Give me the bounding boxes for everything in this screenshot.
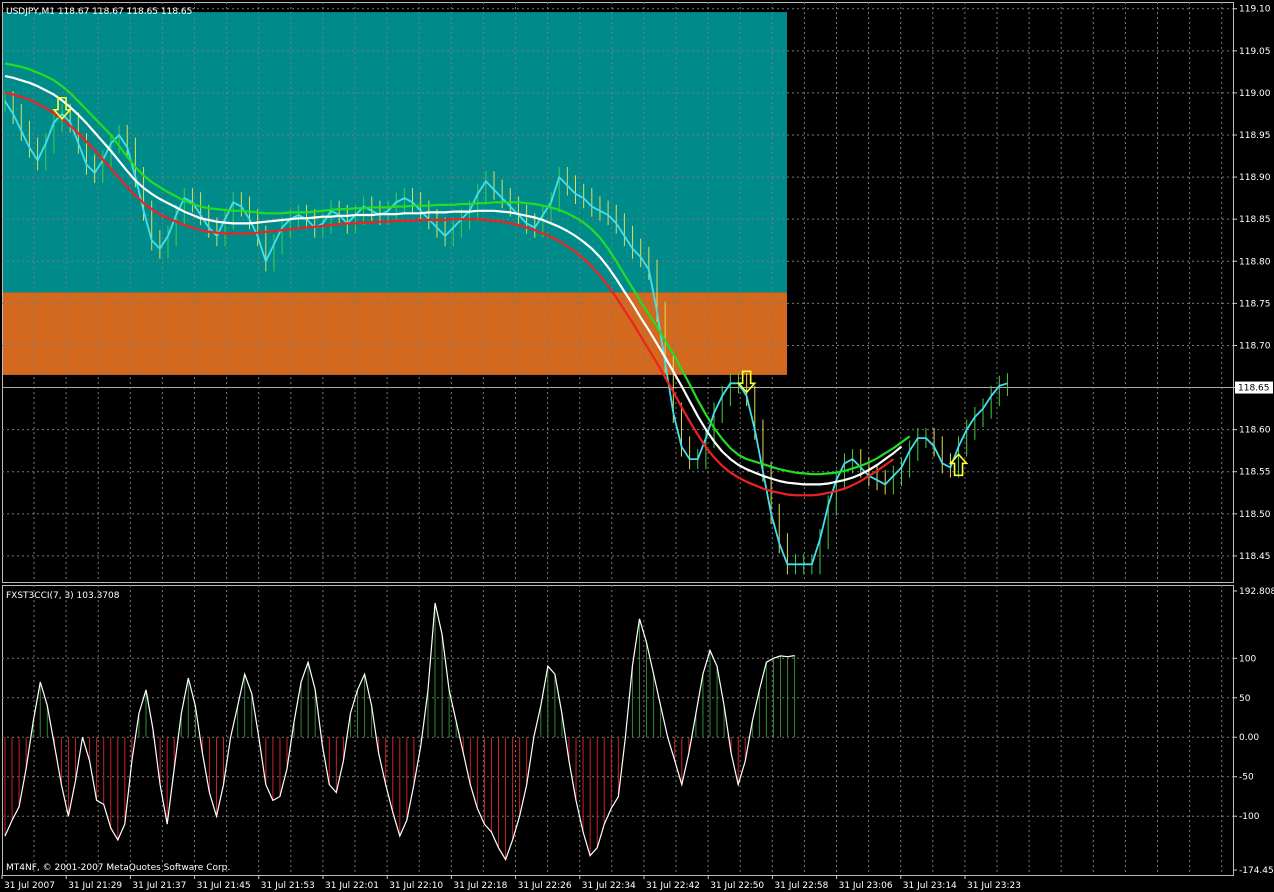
- time-tick-label: 31 Jul 23:23: [967, 881, 1021, 891]
- price-tick-label: 118.80: [1239, 257, 1271, 267]
- time-tick-label: 31 Jul 21:45: [197, 881, 251, 891]
- metatrader-chart[interactable]: 119.10 119.05 119.00 118.95 118.90 118.85 118.…: [0, 0, 1274, 892]
- price-tick-label: 118.50: [1239, 510, 1271, 520]
- price-tick-label: 118.70: [1239, 341, 1271, 351]
- time-tick-label: 31 Jul 21:37: [132, 881, 186, 891]
- price-zones: [2, 12, 787, 375]
- price-tick-label: 118.75: [1239, 299, 1271, 309]
- price-tick-label: 118.55: [1239, 468, 1271, 478]
- price-tick-label: 118.85: [1239, 215, 1271, 225]
- time-tick-label: 31 Jul 22:10: [389, 881, 443, 891]
- time-tick-label: 31 Jul 21:29: [68, 881, 122, 891]
- time-tick-label: 31 Jul 22:34: [582, 881, 636, 891]
- current-price-tag-label: 118.65: [1238, 384, 1270, 394]
- time-tick-label: 31 Jul 22:18: [453, 881, 507, 891]
- price-tick-label: 118.95: [1239, 131, 1271, 141]
- indicator-label: FXST3CCI(7, 3) 103.3708: [6, 591, 120, 601]
- price-tick-label: 118.45: [1239, 552, 1271, 562]
- time-tick-label: 31 Jul 22:42: [646, 881, 700, 891]
- time-tick-label: 31 Jul 22:58: [774, 881, 828, 891]
- time-tick-label: 31 Jul 22:01: [325, 881, 379, 891]
- copyright-label: MT4NF, © 2001-2007 MetaQuotes Software C…: [6, 863, 230, 873]
- price-tick-label: 118.90: [1239, 173, 1271, 183]
- time-tick-label: 31 Jul 23:14: [903, 881, 957, 891]
- cci-tick-label: -100: [1239, 812, 1260, 822]
- time-tick-label: 31 Jul 22:26: [518, 881, 572, 891]
- cci-tick-label: 0.00: [1239, 733, 1259, 743]
- price-tick-label: 119.00: [1239, 89, 1271, 99]
- time-tick-label: 31 Jul 2007: [4, 881, 55, 891]
- sub-frame: [2, 585, 1234, 876]
- zone-upper: [2, 12, 787, 293]
- time-tick-label: 31 Jul 22:50: [710, 881, 764, 891]
- symbol-label: USDJPY,M1 118.67 118.67 118.65 118.65: [6, 7, 192, 17]
- price-tick-label: 118.60: [1239, 426, 1271, 436]
- cci-tick-label: 192.8083: [1239, 587, 1274, 597]
- time-tick-label: 31 Jul 21:53: [261, 881, 315, 891]
- price-tick-label: 119.10: [1239, 5, 1271, 15]
- chart-window: 119.10 119.05 119.00 118.95 118.90 118.85 118.…: [0, 0, 1274, 892]
- cci-tick-label: 50: [1239, 694, 1251, 704]
- cci-tick-label: -174.450: [1239, 866, 1274, 876]
- price-tick-label: 119.05: [1239, 47, 1271, 57]
- cci-tick-label: -50: [1239, 773, 1254, 783]
- cci-tick-label: 100: [1239, 654, 1256, 664]
- time-tick-label: 31 Jul 23:06: [839, 881, 893, 891]
